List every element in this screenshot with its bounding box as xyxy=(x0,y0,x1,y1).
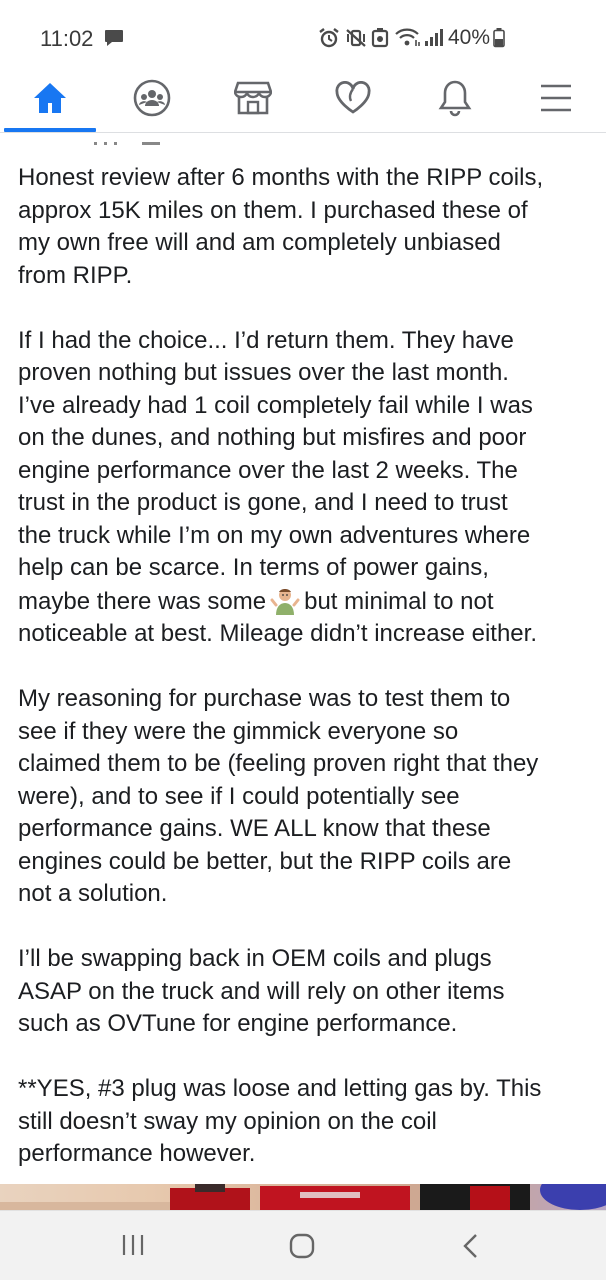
tab-menu[interactable] xyxy=(526,72,586,128)
shrug-emoji-icon xyxy=(270,585,300,615)
post-paragraph-1: Honest review after 6 months with the RI… xyxy=(18,162,594,292)
wifi-icon xyxy=(394,27,422,52)
text-segment: but minimal to not xyxy=(304,587,494,615)
text-line: trust in the product is gone, and I need… xyxy=(18,489,508,516)
data-saver-icon xyxy=(371,28,389,53)
text-line: the truck while I’m on my own adventures… xyxy=(18,521,531,549)
text-line: help can be scarce. In terms of power ga… xyxy=(18,554,489,581)
post-paragraph-3: My reasoning for purchase was to test th… xyxy=(18,683,594,911)
text-line: still doesn’t sway my opinion on the coi… xyxy=(18,1107,437,1135)
status-bar: 11:02 40% xyxy=(0,0,606,72)
text-line: were), and to see if I could potentially… xyxy=(18,782,460,810)
scrolled-content-edge xyxy=(90,133,170,145)
text-line: on the dunes, and nothing but misfires a… xyxy=(18,424,527,451)
message-notification-icon xyxy=(104,29,124,52)
text-line: Honest review after 6 months with the RI… xyxy=(18,164,544,191)
text-line: claimed them to be (feeling proven right… xyxy=(18,750,539,777)
post-text: Honest review after 6 months with the RI… xyxy=(18,162,594,1203)
text-segment: maybe there was some xyxy=(18,587,267,615)
text-line: If I had the choice... I’d return them. … xyxy=(18,326,514,354)
text-line: such as OVTune for engine performance. xyxy=(18,1010,458,1037)
menu-icon xyxy=(540,84,572,117)
text-line: not a solution. xyxy=(18,880,168,907)
text-line: ASAP on the truck and will rely on other… xyxy=(18,977,505,1005)
groups-icon xyxy=(133,79,171,122)
marketplace-icon xyxy=(233,80,273,121)
top-navigation xyxy=(0,72,606,132)
tab-groups[interactable] xyxy=(122,72,182,128)
signal-icon xyxy=(424,27,444,52)
text-line: engine performance over the last 2 weeks… xyxy=(18,456,518,484)
text-line: performance gains. WE ALL know that thes… xyxy=(18,815,491,842)
recent-apps-button[interactable] xyxy=(121,1233,145,1262)
status-time: 11:02 xyxy=(40,26,94,51)
notifications-bell-icon xyxy=(438,79,472,122)
text-line-with-emoji: maybe there was some but minimal to not xyxy=(18,585,594,619)
text-line: My reasoning for purchase was to test th… xyxy=(18,685,511,712)
post-paragraph-4: I’ll be swapping back in OEM coils and p… xyxy=(18,943,594,1041)
text-line: proven nothing but issues over the last … xyxy=(18,359,509,386)
vibrate-mute-icon xyxy=(345,28,367,53)
text-line: engines could be better, but the RIPP co… xyxy=(18,847,512,875)
alarm-icon xyxy=(318,28,340,53)
battery-icon xyxy=(493,28,505,53)
back-button[interactable] xyxy=(461,1233,481,1264)
text-line: performance however. xyxy=(18,1140,256,1167)
text-line: noticeable at best. Mileage didn’t incre… xyxy=(18,620,537,647)
post-paragraph-5: **YES, #3 plug was loose and letting gas… xyxy=(18,1073,594,1171)
text-line: from RIPP. xyxy=(18,261,133,289)
tab-marketplace[interactable] xyxy=(223,72,283,128)
post-photo[interactable] xyxy=(0,1184,606,1210)
post-paragraph-2: If I had the choice... I’d return them. … xyxy=(18,325,594,651)
dating-heart-icon xyxy=(334,80,372,120)
text-line: **YES, #3 plug was loose and letting gas… xyxy=(18,1075,542,1102)
tab-home[interactable] xyxy=(20,72,80,128)
home-icon xyxy=(32,81,68,120)
home-button[interactable] xyxy=(289,1233,315,1264)
text-line: my own free will and am completely unbia… xyxy=(18,229,501,256)
text-line: see if they were the gimmick everyone so xyxy=(18,717,459,745)
tab-notifications[interactable] xyxy=(425,72,485,128)
text-line: I’ll be swapping back in OEM coils and p… xyxy=(18,945,492,972)
tab-dating[interactable] xyxy=(323,72,383,128)
system-navigation-bar xyxy=(0,1210,606,1280)
text-line: I’ve already had 1 coil completely fail … xyxy=(18,391,533,419)
text-line: approx 15K miles on them. I purchased th… xyxy=(18,196,528,224)
battery-percent: 40% xyxy=(448,26,491,49)
